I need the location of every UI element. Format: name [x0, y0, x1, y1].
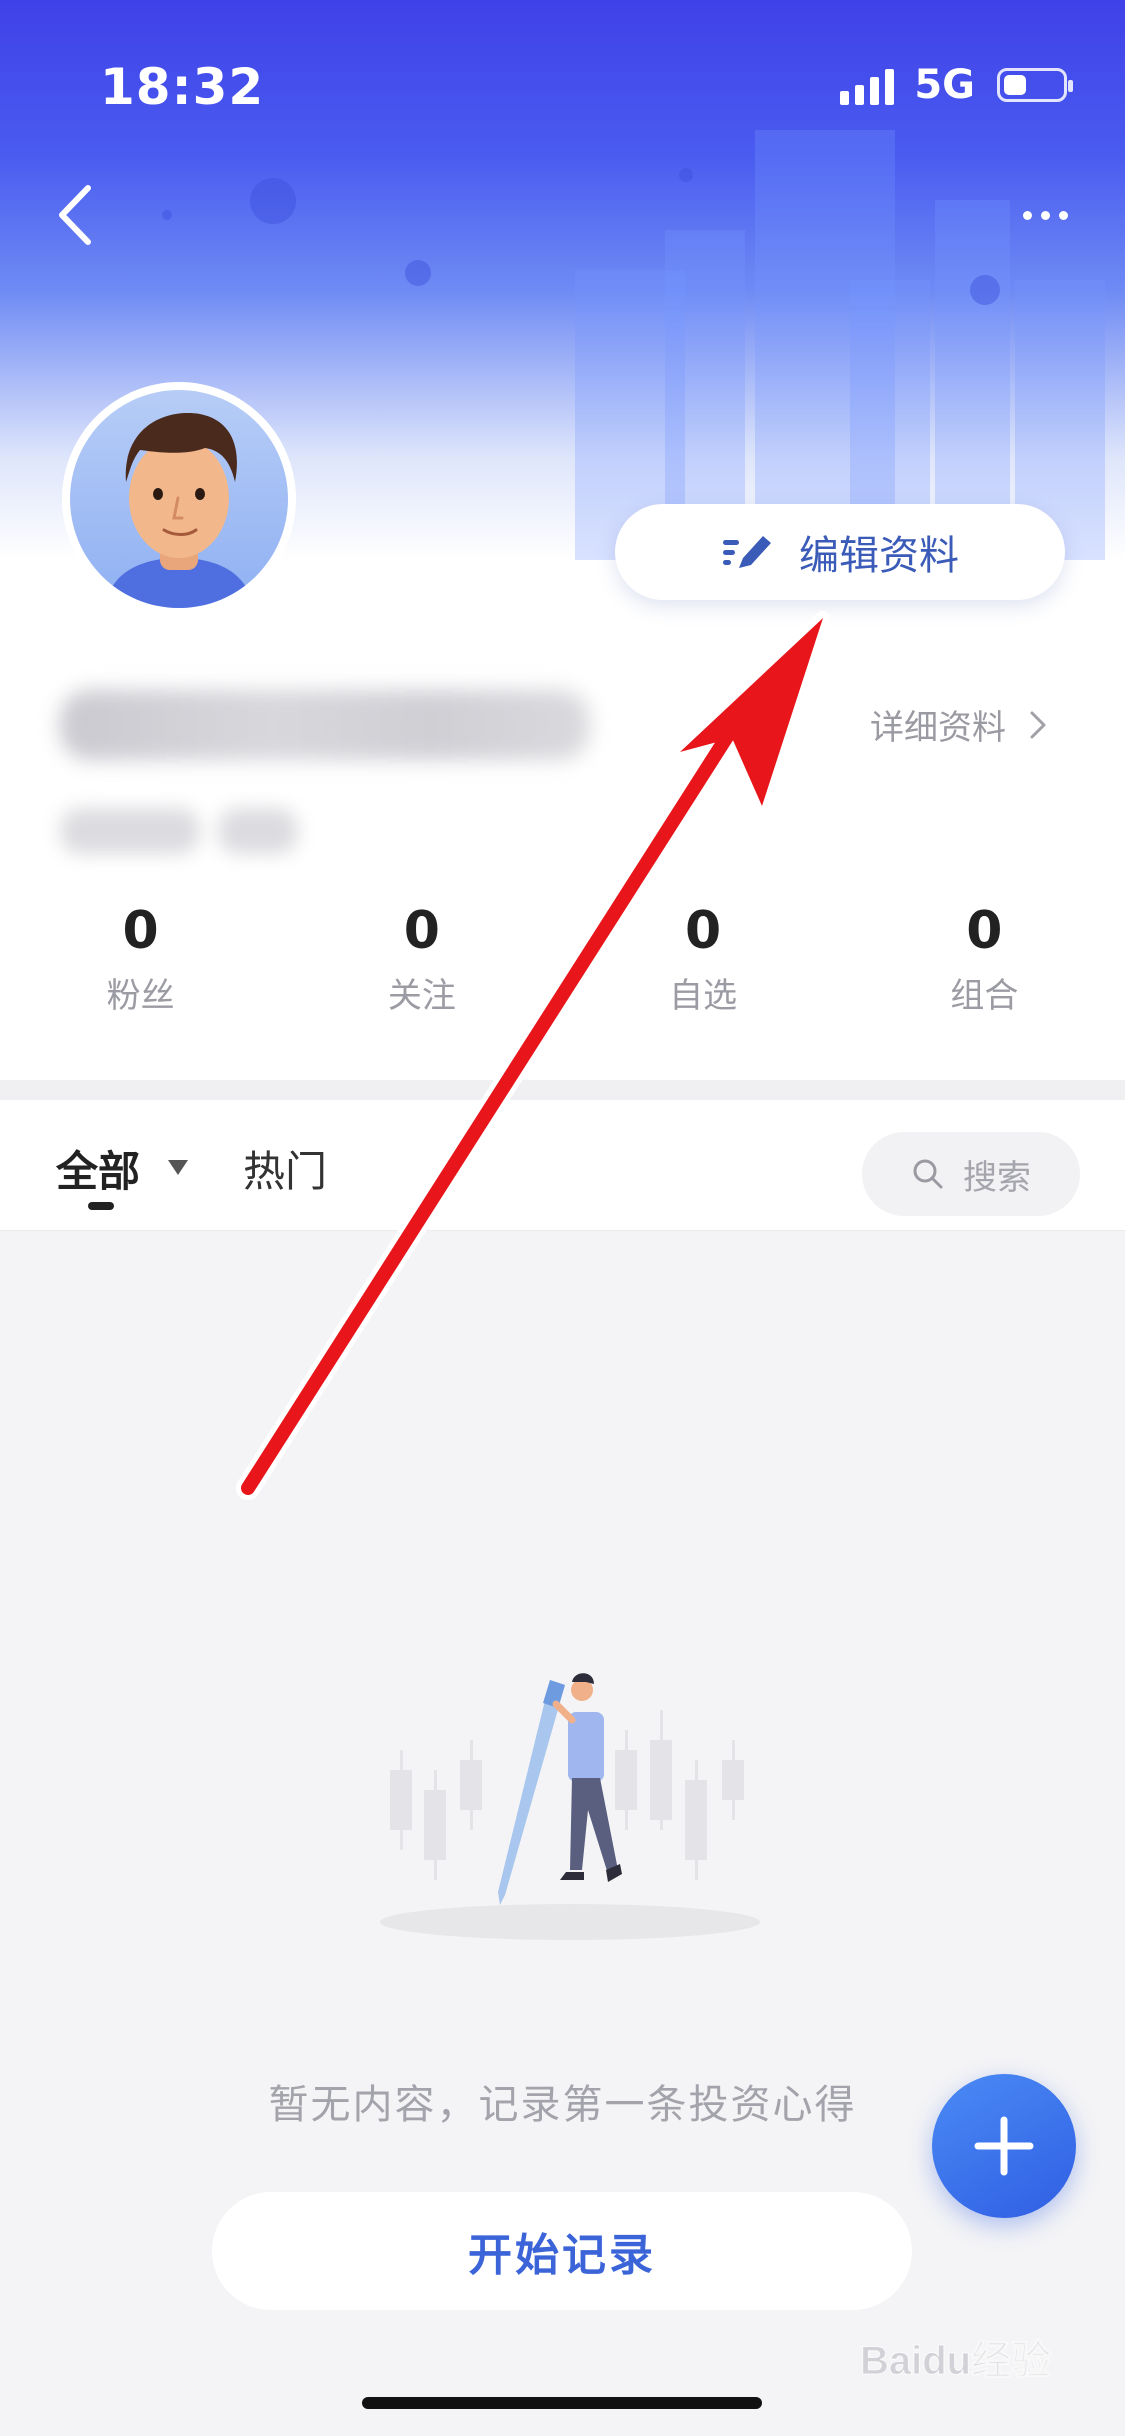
caret-down-icon[interactable] — [168, 1160, 188, 1175]
home-indicator — [362, 2397, 762, 2409]
edit-profile-label: 编辑资料 — [799, 534, 959, 578]
edit-profile-button[interactable]: 编辑资料 — [615, 504, 1065, 600]
status-time: 18:32 — [100, 58, 265, 116]
stat-value: 0 — [966, 901, 1003, 961]
stat-value: 0 — [685, 901, 722, 961]
plus-icon — [974, 2116, 1034, 2176]
detail-profile-link[interactable]: 详细资料 — [870, 700, 1048, 749]
svg-text:Baidu经验: Baidu经验 — [860, 2339, 1051, 2383]
active-tab-indicator — [88, 1202, 114, 1210]
tab-hot[interactable]: 热门 — [243, 1138, 327, 1199]
stat-label: 组合 — [950, 976, 1019, 1017]
baidu-watermark: Baidu经验 — [860, 2330, 1080, 2390]
avatar[interactable] — [62, 382, 296, 616]
stat-value: 0 — [122, 901, 159, 961]
avatar-illustration — [105, 413, 253, 608]
stat-watchlist[interactable]: 0 自选 — [563, 900, 844, 1080]
detail-profile-label: 详细资料 — [870, 708, 1006, 748]
start-record-button[interactable]: 开始记录 — [212, 2192, 912, 2310]
stat-label: 粉丝 — [106, 976, 175, 1017]
stat-value: 0 — [403, 901, 440, 961]
tab-all[interactable]: 全部 — [56, 1138, 140, 1199]
section-divider — [0, 1080, 1125, 1100]
status-indicators: 5G — [840, 62, 1073, 108]
user-tag-blurred — [60, 808, 200, 854]
search-icon — [913, 1159, 943, 1189]
back-button[interactable] — [50, 180, 100, 250]
edit-lines-icon — [723, 536, 771, 568]
network-label: 5G — [914, 62, 975, 108]
stats-row: 0 粉丝 0 关注 0 自选 0 组合 — [0, 900, 1125, 1080]
add-post-button[interactable] — [932, 2074, 1076, 2218]
stat-followers[interactable]: 0 粉丝 — [0, 900, 281, 1080]
user-tag-blurred — [218, 808, 298, 854]
battery-icon — [997, 68, 1073, 102]
signal-icon — [840, 65, 895, 105]
stat-portfolio[interactable]: 0 组合 — [844, 900, 1125, 1080]
more-horizontal-icon — [1022, 210, 1032, 220]
chevron-left-icon — [59, 185, 91, 245]
search-placeholder: 搜索 — [963, 1157, 1031, 1198]
username-blurred — [60, 690, 590, 760]
chevron-right-icon — [1030, 711, 1046, 738]
more-button[interactable] — [1005, 190, 1085, 240]
stat-label: 关注 — [387, 976, 456, 1017]
baidu-logo: Baidu经验 — [860, 2339, 1052, 2384]
stat-label: 自选 — [669, 976, 738, 1017]
stat-following[interactable]: 0 关注 — [281, 900, 562, 1080]
empty-state-illustration — [380, 1673, 760, 1940]
search-button[interactable]: 搜索 — [862, 1132, 1080, 1216]
